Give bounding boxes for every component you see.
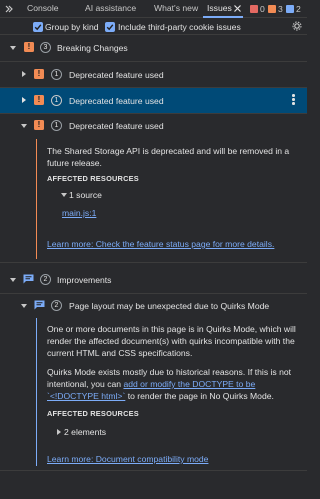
warning-count: 3 <box>278 4 283 14</box>
issue-row-expanded[interactable]: 2 Page layout may be unexpected due to Q… <box>0 298 307 314</box>
chevron-right-icon[interactable] <box>57 429 61 435</box>
improvement-icon <box>34 300 45 310</box>
issue-title: Deprecated feature used <box>69 121 164 131</box>
close-tab-icon[interactable] <box>233 4 242 13</box>
affected-resources-heading: AFFECTED RESOURCES <box>47 409 139 418</box>
divider <box>0 293 307 294</box>
chevron-down-icon[interactable] <box>21 304 27 308</box>
warning-icon: ! <box>24 42 34 52</box>
warning-count-icon <box>268 5 276 13</box>
chevron-down-icon[interactable] <box>61 193 67 197</box>
warning-icon: ! <box>34 95 44 105</box>
issue-count-badge: 1 <box>51 69 62 80</box>
improvement-icon <box>23 274 34 284</box>
info-count: 2 <box>296 4 301 14</box>
warning-icon: ! <box>34 69 44 79</box>
divider <box>0 113 307 114</box>
issue-count-badge: 3 <box>40 42 51 53</box>
category-title: Improvements <box>57 275 112 285</box>
issue-row[interactable]: ! 1 Deprecated feature used <box>0 64 307 86</box>
group-by-kind-label: Group by kind <box>45 22 99 32</box>
quirks-explanation-suffix: to render the page in No Quirks Mode. <box>125 391 274 401</box>
error-count-icon <box>250 5 258 13</box>
category-breaking-changes[interactable]: ! 3 Breaking Changes <box>0 40 307 56</box>
divider <box>0 470 307 471</box>
info-count-icon <box>286 5 294 13</box>
chevron-down-icon[interactable] <box>10 46 16 50</box>
chevron-right-icon[interactable] <box>22 97 26 103</box>
tab-ai-assistance[interactable]: AI assistance <box>85 0 136 18</box>
issue-row-selected[interactable]: ! 1 Deprecated feature used <box>0 88 307 113</box>
source-link[interactable]: main.js:1 <box>62 207 96 219</box>
divider <box>0 262 307 263</box>
category-title: Breaking Changes <box>57 43 128 53</box>
quirks-description: One or more documents in this page is in… <box>47 324 296 358</box>
issue-title: Deprecated feature used <box>69 96 164 106</box>
elements-count: 2 elements <box>64 427 107 437</box>
more-panels-icon[interactable] <box>5 5 13 13</box>
settings-icon[interactable] <box>292 21 302 31</box>
affected-resources-heading: AFFECTED RESOURCES <box>47 174 139 183</box>
issue-title: Page layout may be unexpected due to Qui… <box>69 301 270 311</box>
panel-tab-bar: Console AI assistance What's new Issues … <box>0 0 307 18</box>
divider <box>0 61 307 62</box>
include-third-party-label: Include third-party cookie issues <box>118 22 241 32</box>
more-options-icon[interactable] <box>292 94 295 106</box>
issue-detail-accent-bar <box>36 318 37 466</box>
issue-count-badge: 2 <box>40 274 51 285</box>
group-by-kind-checkbox[interactable] <box>33 22 43 32</box>
warning-icon: ! <box>34 120 44 130</box>
elements-toggle[interactable]: 2 elements <box>0 426 307 438</box>
source-toggle[interactable]: 1 source <box>0 189 307 201</box>
issues-toolbar: Group by kind Include third-party cookie… <box>0 18 307 35</box>
include-third-party-checkbox[interactable] <box>105 22 115 32</box>
issue-count-badge: 2 <box>51 300 62 311</box>
chevron-right-icon[interactable] <box>22 71 26 77</box>
tab-console[interactable]: Console <box>27 0 59 18</box>
issue-description: The Shared Storage API is deprecated and… <box>47 146 290 168</box>
learn-more-link[interactable]: Learn more: Check the feature status pag… <box>47 238 274 250</box>
error-count: 0 <box>260 4 265 14</box>
chevron-down-icon[interactable] <box>10 278 16 282</box>
chevron-down-icon[interactable] <box>21 124 27 128</box>
issue-title: Deprecated feature used <box>69 70 164 80</box>
learn-more-link[interactable]: Learn more: Document compatibility mode <box>47 453 208 465</box>
issue-row-expanded[interactable]: ! 1 Deprecated feature used <box>0 116 307 136</box>
issue-count-badge: 1 <box>51 120 62 131</box>
quirks-explanation: Quirks Mode exists mostly due to histori… <box>47 366 297 402</box>
tab-whats-new[interactable]: What's new <box>154 0 198 18</box>
issue-count-badge: 1 <box>51 95 62 106</box>
category-improvements[interactable]: 2 Improvements <box>0 272 307 288</box>
source-count: 1 source <box>69 190 102 200</box>
